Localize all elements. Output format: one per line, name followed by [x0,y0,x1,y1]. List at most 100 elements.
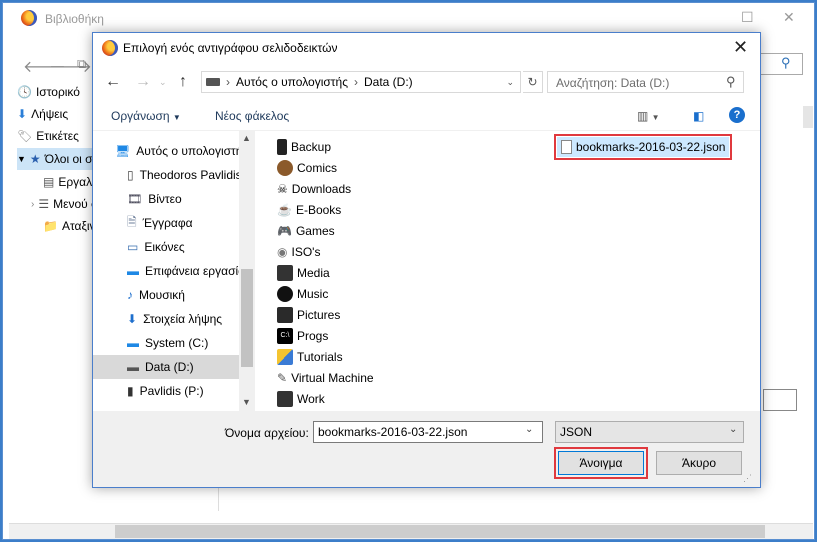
new-folder-button[interactable]: Νέος φάκελος [215,109,289,123]
nav-documents[interactable]: 🗎 Έγγραφα [93,211,239,235]
nav-this-pc[interactable]: 🖥 Αυτός ο υπολογιστής [93,139,239,163]
library-nav-all-bookmarks[interactable]: ▼★Όλοι οι σελιδοδείκτες [17,148,97,170]
filetype-select[interactable]: JSON [555,421,744,443]
folder-work[interactable]: Work [277,389,325,409]
nav-videos[interactable]: 🎞 Βίντεο [93,187,239,211]
library-detail-field[interactable] [763,389,797,411]
folder-icon [277,265,293,281]
close-icon[interactable]: ✕ [783,9,795,26]
view-options-icon[interactable]: ▥ ▼ [637,109,660,123]
folder-icon: ✎ [277,371,288,385]
drive-icon: ▬ [127,360,139,374]
refresh-button[interactable]: ↻ [523,71,543,93]
navigation-pane: 🖥 Αυτός ο υπολογιστής ▯ Theodoros Pavlidis… [93,131,255,411]
recent-locations-icon[interactable]: ⌄ [159,77,167,88]
up-arrow-icon[interactable]: ↑ [179,73,187,91]
drive-icon [206,78,220,86]
file-list: Backup Comics ☠ Downloads ☕ E-Books 🎮 Games… [255,131,760,411]
nav-data-d[interactable]: ▬ Data (D:) [93,355,239,379]
chevron-down-icon[interactable]: ⌄ [525,424,533,435]
filename-input[interactable]: bookmarks-2016-03-22.json [313,421,543,443]
close-icon[interactable]: ✕ [733,37,748,58]
open-button[interactable]: Άνοιγμα [554,447,648,479]
nav-pavlidis-p[interactable]: ▮ Pavlidis (P:) [93,379,239,403]
star-folder-icon: ★ [29,152,41,166]
selected-file[interactable]: bookmarks-2016-03-22.json [553,134,733,160]
nav-system-c[interactable]: ▬ System (C:) [93,331,239,355]
folder-progs[interactable]: C:\ Progs [277,326,328,346]
nav-downloads[interactable]: ⬇ Στοιχεία λήψης [93,307,239,331]
menu-icon: ☰ [38,197,50,211]
back-arrow-icon[interactable]: ← [105,73,121,91]
horizontal-scrollbar-thumb[interactable] [115,525,765,538]
download-icon: ⬇ [17,107,28,121]
folder-icon [277,391,293,407]
folder-virtual-machine[interactable]: ✎ Virtual Machine [277,368,374,388]
refresh-icon: ↻ [527,75,538,89]
drive-icon: ▬ [127,336,139,350]
folder-backup[interactable]: Backup [277,137,331,157]
folder-tutorials[interactable]: Tutorials [277,347,343,367]
scroll-down-icon[interactable]: ▼ [242,397,251,407]
folder-icon: ☠ [277,182,288,196]
nav-music[interactable]: ♪ Μουσική [93,283,239,307]
library-nav-history[interactable]: 🕓 Ιστορικό [17,81,97,103]
folder-music[interactable]: Music [277,284,328,304]
downloads-icon: ⬇ [127,312,138,326]
unsorted-icon: 📁 [43,219,58,233]
breadcrumb-drive[interactable]: Data (D:) [364,75,413,89]
library-nav-menu[interactable]: ›☰Μενού σελιδοδεικτών [31,193,97,215]
folder-icon [277,139,287,155]
tag-icon: 🏷 [17,129,33,143]
filename-label: Όνομα αρχείου: [225,426,309,440]
usb-drive-icon: ▮ [127,384,134,398]
folder-pictures[interactable]: Pictures [277,305,340,325]
library-title: Βιβλιοθήκη [45,12,104,26]
maximize-icon[interactable]: ☐ [741,9,754,26]
address-bar[interactable]: › Αυτός ο υπολογιστής › Data (D:) ⌄ [201,71,521,93]
chevron-down-icon[interactable]: ⌄ [729,424,737,435]
chevron-down-icon: ▼ [17,154,26,164]
search-input[interactable]: Αναζήτηση: Data (D:) ⚲ [547,71,744,93]
folder-icon [277,307,293,323]
chevron-right-icon: › [353,75,358,89]
forward-arrow-icon[interactable]: → [135,73,151,91]
music-icon: ♪ [127,288,133,302]
toolbar-icon: ▤ [43,175,55,189]
library-column-header [803,106,813,128]
nav-scrollbar-thumb[interactable] [241,269,253,367]
folder-downloads[interactable]: ☠ Downloads [277,179,351,199]
folder-icon: ☕ [277,203,292,217]
clock-icon: 🕓 [17,85,32,99]
address-toolbar: ← → ⌄ ↑ › Αυτός ο υπολογιστής › Data (D:… [93,63,760,101]
preview-pane-icon[interactable]: ◧ [693,109,704,123]
organize-button[interactable]: Οργάνωση ▼ [111,109,181,123]
breadcrumb-computer[interactable]: Αυτός ο υπολογιστής [236,75,348,89]
command-bar: Οργάνωση ▼ Νέος φάκελος ▥ ▼ ◧ ? [93,101,760,131]
nav-pictures[interactable]: ▭ Εικόνες [93,235,239,259]
nav-desktop[interactable]: ▬Επιφάνεια εργασίας [93,259,239,283]
folder-games[interactable]: 🎮 Games [277,221,335,241]
nav-phone[interactable]: ▯ Theodoros Pavlidis [93,163,239,187]
chevron-right-icon: › [31,198,35,210]
library-nav-tags[interactable]: 🏷 Ετικέτες [17,125,97,147]
folder-isos[interactable]: ◉ ISO's [277,242,320,262]
file-icon [561,140,572,154]
cancel-button[interactable]: Άκυρο [656,451,742,475]
chevron-down-icon[interactable]: ⌄ [506,77,514,88]
help-icon[interactable]: ? [729,107,745,123]
folder-media[interactable]: Media [277,263,330,283]
folder-icon: 🎮 [277,224,292,238]
library-nav-unsorted[interactable]: 📁Αταξινόμητοι σελιδοδείκτες [43,215,97,237]
library-nav-toolbar[interactable]: ▤Εργαλειοθήκη σελιδοδεικτών [43,171,97,193]
scroll-up-icon[interactable]: ▲ [242,133,251,143]
open-file-dialog: Επιλογή ενός αντιγράφου σελιδοδεικτών ✕ … [92,32,761,488]
resize-grip-icon[interactable]: ⋰ [743,473,752,484]
organize-icon[interactable]: ⧉ [77,56,86,72]
folder-icon [277,286,293,302]
library-nav-downloads[interactable]: ⬇ Λήψεις [17,103,97,125]
search-icon[interactable]: ⚲ [781,55,791,71]
folder-ebooks[interactable]: ☕ E-Books [277,200,341,220]
dialog-titlebar: Επιλογή ενός αντιγράφου σελιδοδεικτών ✕ [93,33,760,63]
folder-comics[interactable]: Comics [277,158,337,178]
